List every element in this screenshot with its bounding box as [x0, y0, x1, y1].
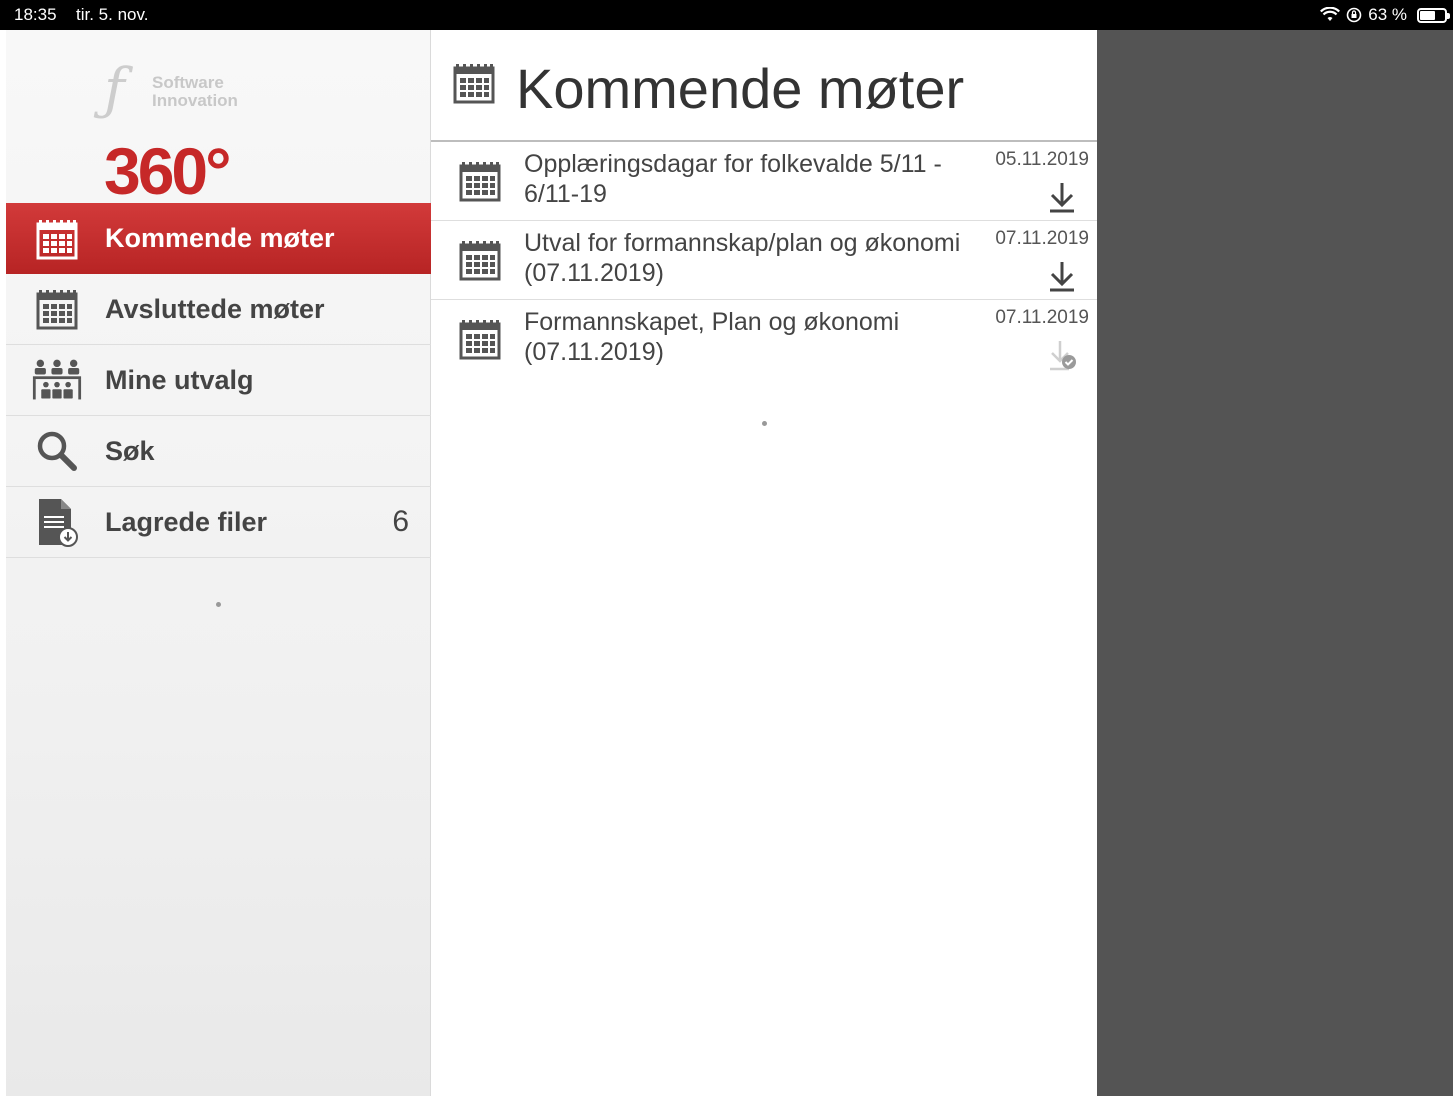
- calendar-icon: [459, 160, 501, 207]
- status-date: tir. 5. nov.: [76, 5, 149, 24]
- battery-tip: [1447, 12, 1450, 19]
- calendar-icon: [32, 214, 82, 264]
- sidebar-item-label: Lagrede filer: [105, 506, 268, 537]
- sidebar-item-kommende-moter[interactable]: Kommende møter: [6, 203, 431, 274]
- sidebar-nav: Kommende møter Avsluttede møter Mine utv…: [6, 203, 431, 558]
- meetings-panel: Kommende møter Opplæringsdagar for folke…: [431, 30, 1097, 1096]
- meeting-title: Opplæringsdagar for folkevalde 5/11 - 6/…: [524, 150, 942, 208]
- sidebar-item-mine-utvalg[interactable]: Mine utvalg: [6, 345, 431, 416]
- saved-files-count: 6: [392, 505, 409, 538]
- sidebar-item-avsluttede-moter[interactable]: Avsluttede møter: [6, 274, 431, 345]
- calendar-icon: [459, 239, 501, 286]
- logo-brand-line2: Innovation: [152, 91, 238, 110]
- meeting-title: Utval for formannskap/plan og økonomi (0…: [524, 229, 961, 287]
- page-title: Kommende møter: [516, 57, 965, 120]
- orientation-lock-icon: [1346, 7, 1362, 23]
- download-icon[interactable]: [1047, 259, 1077, 293]
- battery-level: [1420, 10, 1436, 20]
- meeting-date: 07.11.2019: [995, 228, 1089, 249]
- meeting-row[interactable]: Utval for formannskap/plan og økonomi (0…: [431, 221, 1097, 300]
- sidebar-item-label: Avsluttede møter: [105, 293, 325, 324]
- wifi-icon: [1320, 7, 1341, 21]
- logo-mark-icon: ƒ: [104, 57, 125, 122]
- loading-dot: [762, 421, 767, 426]
- meeting-row[interactable]: Formannskapet, Plan og økonomi (07.11.20…: [431, 300, 1097, 379]
- download-icon[interactable]: [1047, 180, 1077, 214]
- downloaded-check-icon: [1050, 341, 1076, 371]
- sidebar-item-sok[interactable]: Søk: [6, 416, 431, 487]
- search-icon: [32, 426, 82, 476]
- logo-brand: Software Innovation: [152, 74, 238, 110]
- sidebar-item-lagrede-filer[interactable]: Lagrede filer 6: [6, 487, 431, 558]
- saved-file-icon: [32, 497, 82, 547]
- meeting-title: Formannskapet, Plan og økonomi (07.11.20…: [524, 308, 900, 366]
- loading-dot: [216, 602, 221, 607]
- status-time: 18:35: [14, 5, 57, 24]
- meeting-row[interactable]: Opplæringsdagar for folkevalde 5/11 - 6/…: [431, 142, 1097, 221]
- panel-header: Kommende møter: [431, 30, 1097, 142]
- calendar-icon: [453, 62, 495, 109]
- sidebar: ƒ Software Innovation 360° Kommende møte…: [6, 30, 431, 1096]
- logo: ƒ Software Innovation 360°: [104, 62, 254, 212]
- battery-icon: [1417, 7, 1450, 23]
- detail-placeholder-panel: [1097, 30, 1453, 1096]
- status-bar: 18:35 tir. 5. nov. 63 %: [0, 0, 1453, 30]
- calendar-icon: [32, 284, 82, 334]
- meeting-list: Opplæringsdagar for folkevalde 5/11 - 6/…: [431, 142, 1097, 379]
- committee-icon: [32, 355, 82, 405]
- status-indicators: 63 %: [1320, 5, 1450, 25]
- sidebar-item-label: Kommende møter: [105, 223, 335, 253]
- sidebar-item-label: Søk: [105, 435, 155, 466]
- battery-percentage: 63 %: [1368, 5, 1407, 24]
- logo-brand-line1: Software: [152, 73, 224, 92]
- logo-product: 360°: [104, 134, 232, 208]
- sidebar-item-label: Mine utvalg: [105, 364, 254, 395]
- meeting-date: 05.11.2019: [995, 149, 1089, 170]
- calendar-icon: [459, 318, 501, 365]
- meeting-date: 07.11.2019: [995, 307, 1089, 328]
